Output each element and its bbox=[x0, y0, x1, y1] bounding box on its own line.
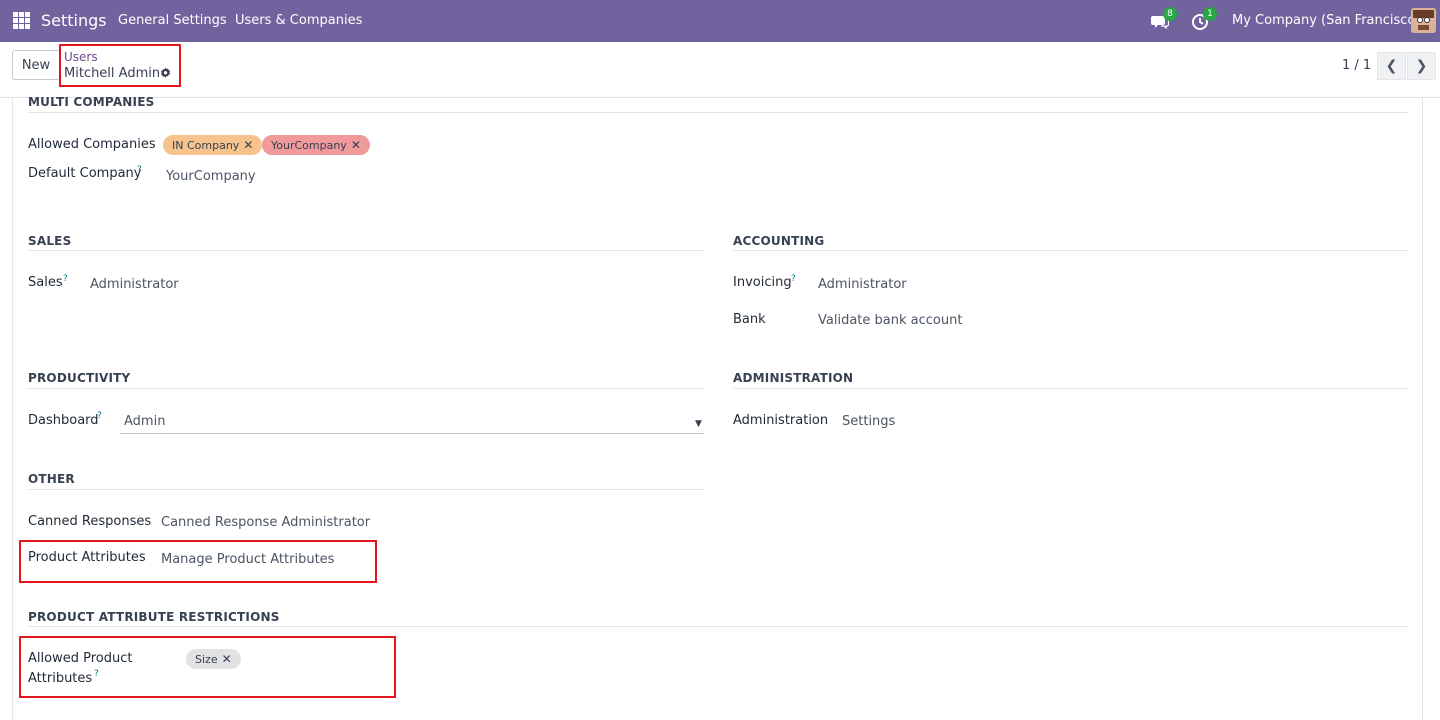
separator bbox=[28, 112, 1408, 113]
section-accounting: ACCOUNTING bbox=[733, 234, 825, 248]
tag-label: YourCompany bbox=[271, 139, 347, 152]
administration-field[interactable]: Settings bbox=[842, 414, 895, 429]
separator bbox=[733, 250, 1408, 251]
section-productivity: PRODUCTIVITY bbox=[28, 371, 131, 385]
section-administration: ADMINISTRATION bbox=[733, 371, 854, 385]
section-product-attribute-restrictions: PRODUCT ATTRIBUTE RESTRICTIONS bbox=[28, 610, 280, 624]
company-switcher[interactable]: My Company (San Francisco) bbox=[1232, 13, 1420, 28]
tag-in-company[interactable]: IN Company ✕ bbox=[163, 135, 263, 155]
dashboard-select[interactable]: Admin bbox=[124, 414, 165, 429]
separator bbox=[733, 388, 1408, 389]
dashboard-select-underline bbox=[120, 433, 704, 434]
separator bbox=[28, 489, 704, 490]
pager-value[interactable]: 1 / 1 bbox=[1342, 58, 1371, 73]
sales-label: Sales bbox=[28, 275, 63, 290]
activity-count-badge: 1 bbox=[1203, 7, 1217, 21]
bank-field[interactable]: Validate bank account bbox=[818, 313, 962, 328]
default-company-label: Default Company bbox=[28, 166, 142, 181]
bank-label: Bank bbox=[733, 312, 766, 327]
help-tooltip-icon[interactable]: ? bbox=[137, 165, 142, 175]
separator bbox=[28, 626, 1408, 627]
chevron-left-icon: ❮ bbox=[1385, 58, 1398, 74]
menu-users-companies[interactable]: Users & Companies bbox=[235, 13, 362, 28]
control-panel: New Users Mitchell Admin 1 / 1 ❮ ❯ bbox=[0, 42, 1440, 98]
canned-responses-label: Canned Responses bbox=[28, 514, 152, 529]
separator bbox=[28, 388, 704, 389]
dashboard-label: Dashboard bbox=[28, 413, 99, 428]
activity-clock-icon[interactable]: 1 bbox=[1191, 7, 1217, 32]
help-tooltip-icon[interactable]: ? bbox=[97, 411, 102, 421]
pager-next-button[interactable]: ❯ bbox=[1407, 52, 1436, 80]
user-avatar[interactable] bbox=[1411, 8, 1436, 33]
invoicing-label: Invoicing bbox=[733, 275, 792, 290]
tag-yourcompany[interactable]: YourCompany ✕ bbox=[262, 135, 370, 155]
remove-tag-icon[interactable]: ✕ bbox=[351, 138, 361, 152]
highlight-product-attributes bbox=[19, 540, 377, 583]
allowed-companies-label: Allowed Companies bbox=[28, 137, 156, 152]
chat-icon[interactable]: 8 bbox=[1151, 7, 1177, 32]
administration-label: Administration bbox=[733, 413, 829, 428]
invoicing-field[interactable]: Administrator bbox=[818, 277, 907, 292]
top-navbar: Settings General Settings Users & Compan… bbox=[0, 0, 1440, 42]
apps-grid-icon[interactable] bbox=[13, 12, 30, 29]
section-sales: SALES bbox=[28, 234, 72, 248]
new-button[interactable]: New bbox=[12, 50, 60, 80]
help-tooltip-icon[interactable]: ? bbox=[63, 274, 68, 284]
chat-count-badge: 8 bbox=[1163, 7, 1177, 21]
app-brand[interactable]: Settings bbox=[41, 11, 107, 30]
remove-tag-icon[interactable]: ✕ bbox=[243, 138, 253, 152]
separator bbox=[28, 250, 704, 251]
default-company-field[interactable]: YourCompany bbox=[166, 169, 256, 184]
chevron-right-icon: ❯ bbox=[1415, 58, 1428, 74]
tag-label: IN Company bbox=[172, 139, 240, 152]
help-tooltip-icon[interactable]: ? bbox=[791, 274, 796, 284]
pager-previous-button[interactable]: ❮ bbox=[1377, 52, 1406, 80]
highlight-allowed-product-attributes bbox=[19, 636, 396, 698]
canned-responses-field[interactable]: Canned Response Administrator bbox=[161, 515, 370, 530]
highlight-breadcrumb bbox=[59, 44, 181, 87]
menu-general-settings[interactable]: General Settings bbox=[118, 13, 227, 28]
sales-field[interactable]: Administrator bbox=[90, 277, 179, 292]
dropdown-caret-icon[interactable]: ▼ bbox=[695, 419, 702, 429]
section-other: OTHER bbox=[28, 472, 75, 486]
section-multi-companies: MULTI COMPANIES bbox=[28, 95, 155, 109]
